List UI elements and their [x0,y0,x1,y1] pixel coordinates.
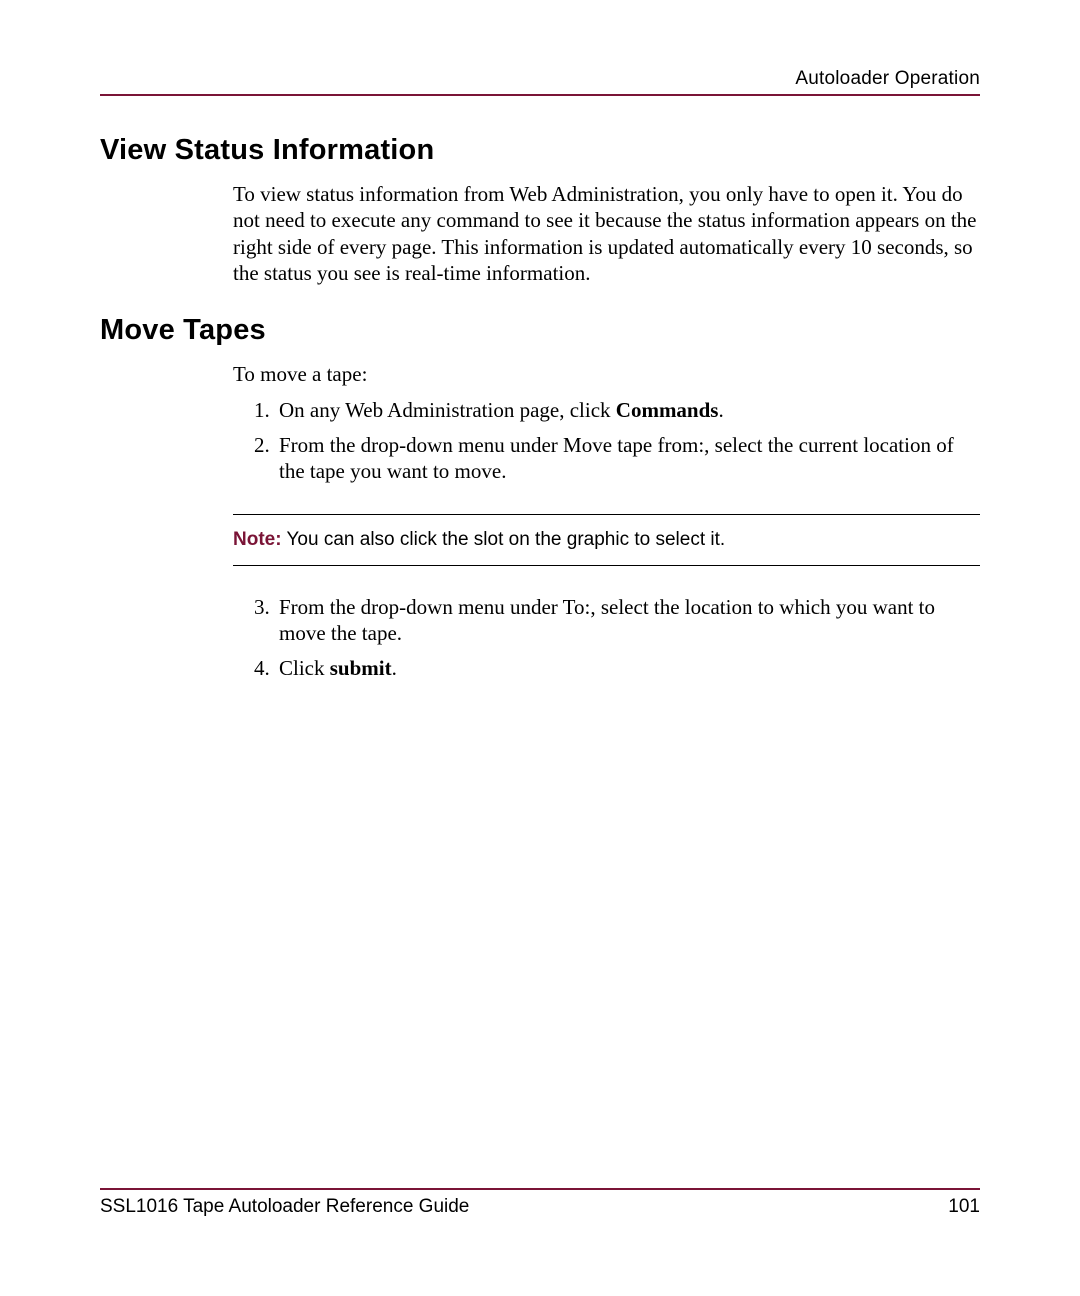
step-4-post: . [392,656,397,680]
step-4-pre: Click [279,656,330,680]
footer-row: SSL1016 Tape Autoloader Reference Guide … [100,1196,980,1218]
footer-rule [100,1188,980,1190]
step-4-bold: submit [330,656,392,680]
step-4: Click submit. [275,655,980,681]
note-label: Note: [233,529,282,550]
step-2: From the drop-down menu under Move tape … [275,432,980,485]
step-1: On any Web Administration page, click Co… [275,397,980,423]
view-status-paragraph: To view status information from Web Admi… [233,181,980,286]
view-status-body: To view status information from Web Admi… [233,181,980,286]
page-number: 101 [948,1196,980,1218]
steps-list-2: From the drop-down menu under To:, selec… [233,594,980,681]
heading-view-status: View Status Information [100,134,980,167]
note-text: You can also click the slot on the graph… [282,529,726,550]
move-tapes-intro: To move a tape: [233,361,980,387]
page: Autoloader Operation View Status Informa… [0,0,1080,1296]
note-block: Note: You can also click the slot on the… [233,514,980,566]
footer-guide-title: SSL1016 Tape Autoloader Reference Guide [100,1196,469,1218]
page-header: Autoloader Operation [100,60,980,94]
header-rule [100,94,980,96]
step-1-pre: On any Web Administration page, click [279,398,616,422]
step-1-bold: Commands [616,398,719,422]
steps-list-1: On any Web Administration page, click Co… [233,397,980,484]
step-3: From the drop-down menu under To:, selec… [275,594,980,647]
page-footer: SSL1016 Tape Autoloader Reference Guide … [100,1188,980,1218]
step-1-post: . [718,398,723,422]
chapter-title: Autoloader Operation [795,68,980,90]
heading-move-tapes: Move Tapes [100,314,980,347]
move-tapes-body: To move a tape: On any Web Administratio… [233,361,980,681]
